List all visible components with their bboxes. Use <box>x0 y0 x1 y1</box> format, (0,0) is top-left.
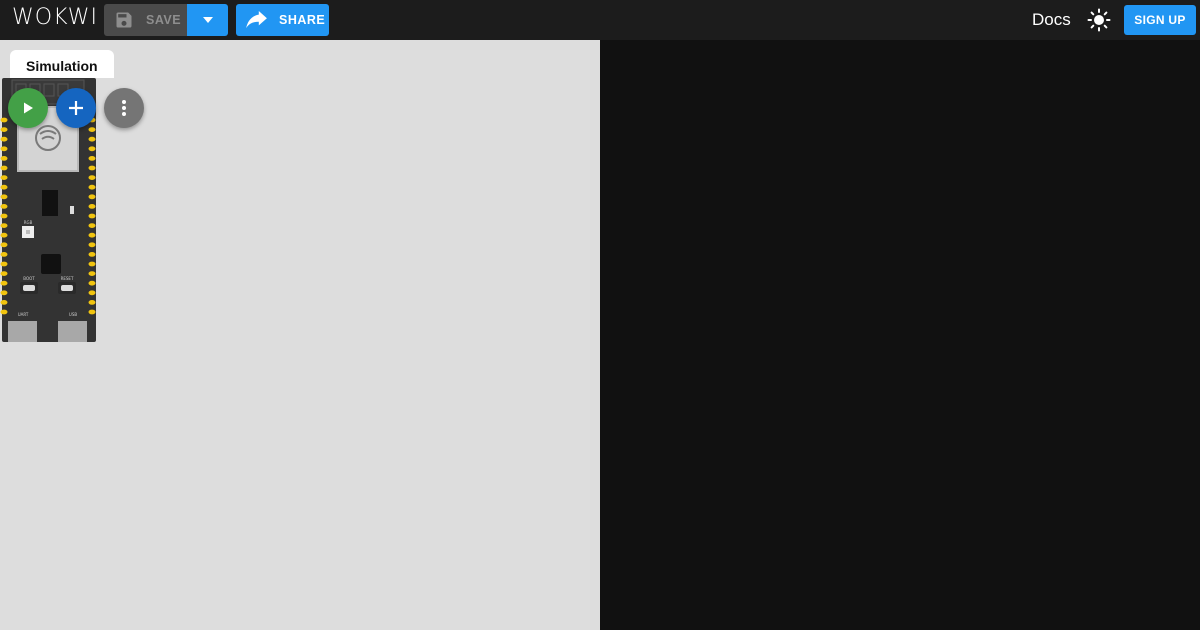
share-button[interactable]: SHARE <box>236 4 329 36</box>
wokwi-logo[interactable]: WOKWI <box>12 3 98 33</box>
pin <box>88 204 96 209</box>
add-part-button[interactable] <box>56 88 96 128</box>
pin <box>88 252 96 257</box>
pin <box>0 165 8 171</box>
pin <box>88 223 96 229</box>
pin <box>88 165 96 171</box>
chevron-down-icon <box>202 17 213 23</box>
pin <box>0 242 8 248</box>
share-arrow-icon <box>246 11 267 29</box>
start-simulation-button[interactable] <box>8 88 48 128</box>
pin <box>0 232 8 238</box>
pin <box>0 261 8 267</box>
pin <box>88 184 96 190</box>
pin <box>88 194 96 200</box>
more-options-button[interactable] <box>104 88 144 128</box>
save-button-group: SAVE <box>104 4 228 36</box>
left-pin-header <box>0 117 8 315</box>
save-button-label: SAVE <box>146 13 182 27</box>
boot-label: BOOT <box>23 276 35 281</box>
pin <box>0 194 8 200</box>
pin <box>88 280 96 286</box>
pin <box>0 204 8 209</box>
pin <box>88 242 96 248</box>
pin <box>0 223 8 229</box>
save-button[interactable]: SAVE <box>104 4 187 36</box>
pin <box>0 252 8 257</box>
pin <box>0 309 8 315</box>
pin <box>0 175 8 180</box>
pin <box>88 213 96 219</box>
pin <box>0 184 8 190</box>
usb-label: USB <box>69 312 77 317</box>
pin <box>88 175 96 180</box>
pin <box>88 136 96 142</box>
reset-label: RESET <box>61 276 74 281</box>
pin <box>88 146 96 152</box>
code-editor-pane[interactable] <box>600 40 1200 630</box>
pin <box>0 300 8 305</box>
right-pin-header <box>88 117 96 315</box>
pin <box>0 271 8 276</box>
rgb-label: RGB <box>24 220 33 225</box>
pin <box>88 261 96 267</box>
pin <box>0 146 8 152</box>
pin <box>88 309 96 315</box>
pin <box>88 156 96 161</box>
pin <box>0 213 8 219</box>
pin <box>88 271 96 276</box>
sun-icon[interactable] <box>1087 8 1111 32</box>
pin <box>0 290 8 296</box>
pin <box>88 127 96 132</box>
pin <box>0 136 8 142</box>
tab-simulation[interactable]: Simulation <box>10 50 114 78</box>
more-vertical-icon <box>122 100 126 116</box>
pin <box>88 232 96 238</box>
save-dropdown-button[interactable] <box>187 4 228 36</box>
docs-link[interactable]: Docs <box>1032 10 1071 30</box>
floppy-disk-icon <box>116 12 132 28</box>
pin <box>88 300 96 305</box>
top-bar: WOKWI SAVE SHARE Docs SIGN UP <box>0 0 1200 40</box>
pin <box>0 156 8 161</box>
sign-up-button[interactable]: SIGN UP <box>1124 5 1196 35</box>
plus-icon <box>69 101 83 115</box>
uart-label: UART <box>18 312 29 317</box>
play-icon <box>24 102 33 114</box>
pin <box>88 290 96 296</box>
pin <box>0 280 8 286</box>
pin <box>0 127 8 132</box>
pin <box>0 117 8 123</box>
simulation-pane[interactable]: Simulation RGB BOOT RESET UART USB <box>0 40 600 630</box>
share-button-label: SHARE <box>279 13 326 27</box>
